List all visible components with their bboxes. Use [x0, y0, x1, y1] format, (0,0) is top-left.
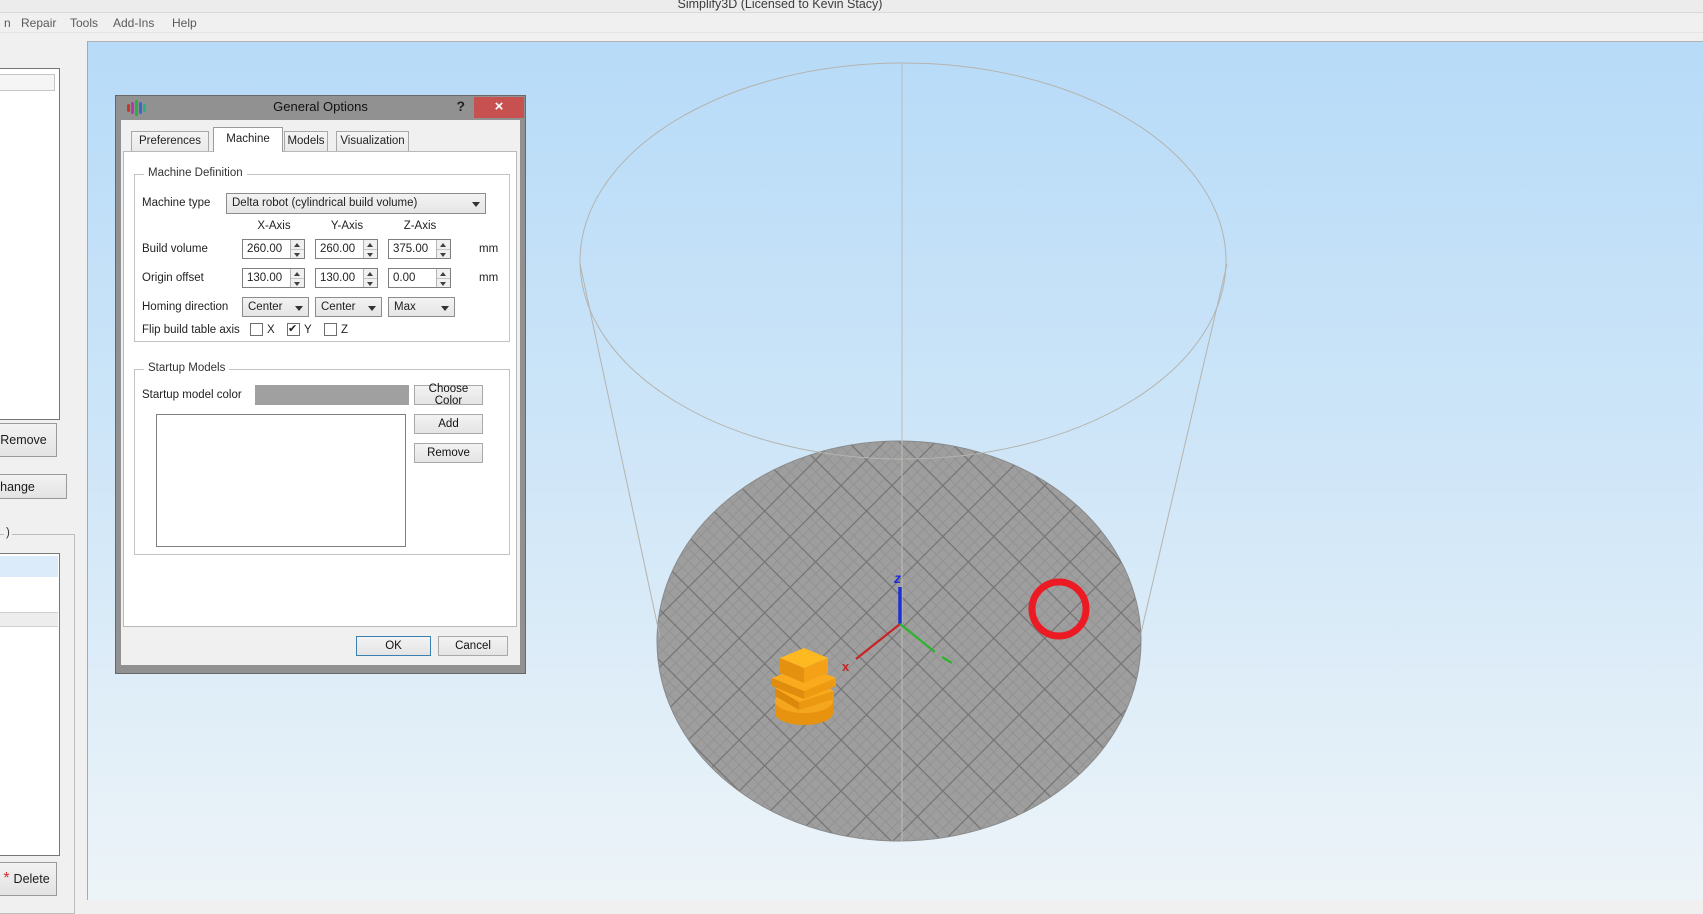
- machine-type-value: Delta robot (cylindrical build volume): [232, 197, 417, 209]
- z-axis-label: z: [893, 570, 901, 586]
- add-model-button[interactable]: Add: [414, 414, 483, 434]
- flip-x-label: X: [267, 324, 275, 336]
- flip-z-label: Z: [341, 324, 348, 336]
- left-remove-button[interactable]: Remove: [0, 423, 57, 457]
- spinner-arrows-icon[interactable]: [436, 269, 450, 287]
- tab-visualization[interactable]: Visualization: [336, 131, 409, 152]
- build-volume-unit: mm: [479, 243, 498, 255]
- homing-x-dropdown[interactable]: Center: [242, 297, 309, 317]
- origin-offset-z-input[interactable]: 0.00: [388, 268, 451, 288]
- red-asterisk-icon: *: [3, 874, 9, 884]
- menu-item-tools[interactable]: Tools: [70, 16, 98, 30]
- origin-offset-y-input[interactable]: 130.00: [315, 268, 378, 288]
- chevron-down-icon: [295, 306, 303, 311]
- close-icon: ×: [495, 98, 504, 115]
- build-volume-y-input[interactable]: 260.00: [315, 239, 378, 259]
- startup-models-label: Startup Models: [144, 362, 229, 374]
- build-volume-x-input[interactable]: 260.00: [242, 239, 305, 259]
- choose-color-button[interactable]: Choose Color: [414, 385, 483, 405]
- help-button[interactable]: ?: [456, 98, 465, 114]
- list-item-selected[interactable]: [0, 556, 58, 577]
- build-volume-z-input[interactable]: 375.00: [388, 239, 451, 259]
- menu-item-repair[interactable]: Repair: [21, 16, 56, 30]
- left-group-label: ): [4, 527, 12, 539]
- homing-direction-label: Homing direction: [142, 301, 228, 313]
- menu-item-addins[interactable]: Add-Ins: [113, 16, 154, 30]
- startup-model-color-swatch: [255, 385, 409, 405]
- build-platform[interactable]: [657, 441, 1141, 841]
- x-axis-header: X-Axis: [242, 220, 306, 232]
- homing-y-dropdown[interactable]: Center: [315, 297, 382, 317]
- left-delete-label: Delete: [14, 872, 50, 886]
- flip-y-label: Y: [304, 324, 312, 336]
- left-list-lower[interactable]: [0, 553, 60, 856]
- homing-z-dropdown[interactable]: Max: [388, 297, 455, 317]
- menu-bar: n Repair Tools Add-Ins Help: [0, 14, 1703, 33]
- spinner-arrows-icon[interactable]: [436, 240, 450, 258]
- machine-type-label: Machine type: [142, 197, 210, 209]
- dialog-content: Preferences Machine Models Visualization…: [121, 120, 520, 665]
- flip-x-checkbox[interactable]: [250, 323, 263, 336]
- menu-item-partial[interactable]: n: [4, 16, 11, 30]
- startup-model-color-label: Startup model color: [142, 389, 242, 401]
- left-change-button[interactable]: Change: [0, 474, 67, 499]
- spinner-arrows-icon[interactable]: [290, 269, 304, 287]
- build-volume-label: Build volume: [142, 243, 208, 255]
- spinner-arrows-icon[interactable]: [363, 269, 377, 287]
- flip-z-checkbox[interactable]: [324, 323, 337, 336]
- origin-offset-x-input[interactable]: 130.00: [242, 268, 305, 288]
- origin-offset-label: Origin offset: [142, 272, 204, 284]
- cancel-button[interactable]: Cancel: [438, 636, 508, 656]
- flip-axis-label: Flip build table axis: [142, 324, 240, 336]
- dialog-title-bar[interactable]: General Options ? ×: [116, 96, 525, 119]
- tab-preferences[interactable]: Preferences: [131, 131, 209, 152]
- menu-item-help[interactable]: Help: [172, 16, 197, 30]
- spinner-arrows-icon[interactable]: [290, 240, 304, 258]
- machine-definition-label: Machine Definition: [144, 167, 247, 179]
- tab-machine[interactable]: Machine: [213, 127, 283, 152]
- left-list-header: [0, 74, 55, 91]
- printed-model[interactable]: [772, 648, 836, 725]
- chevron-down-icon: [368, 306, 376, 311]
- origin-offset-unit: mm: [479, 272, 498, 284]
- ok-button[interactable]: OK: [356, 636, 431, 656]
- list-item-separator[interactable]: [0, 612, 58, 627]
- left-list-upper[interactable]: [0, 68, 60, 420]
- x-axis-label: x: [842, 659, 850, 674]
- spinner-arrows-icon[interactable]: [363, 240, 377, 258]
- tab-models[interactable]: Models: [284, 131, 328, 152]
- close-button[interactable]: ×: [474, 97, 524, 118]
- app-title-bar: Simplify3D (Licensed to Kevin Stacy): [0, 0, 1703, 13]
- z-axis-header: Z-Axis: [388, 220, 452, 232]
- chevron-down-icon: [441, 306, 449, 311]
- general-options-dialog: General Options ? × Preferences Machine …: [115, 95, 526, 674]
- machine-type-dropdown[interactable]: Delta robot (cylindrical build volume): [226, 193, 486, 214]
- window-title: Simplify3D (Licensed to Kevin Stacy): [560, 0, 1000, 11]
- left-delete-button[interactable]: * Delete: [0, 862, 57, 896]
- chevron-down-icon: [472, 202, 480, 207]
- startup-models-list[interactable]: [156, 414, 406, 547]
- y-axis-header: Y-Axis: [315, 220, 379, 232]
- machine-tab-page: Machine Definition Machine type Delta ro…: [123, 151, 517, 627]
- flip-y-checkbox[interactable]: [287, 323, 300, 336]
- remove-model-button[interactable]: Remove: [414, 443, 483, 463]
